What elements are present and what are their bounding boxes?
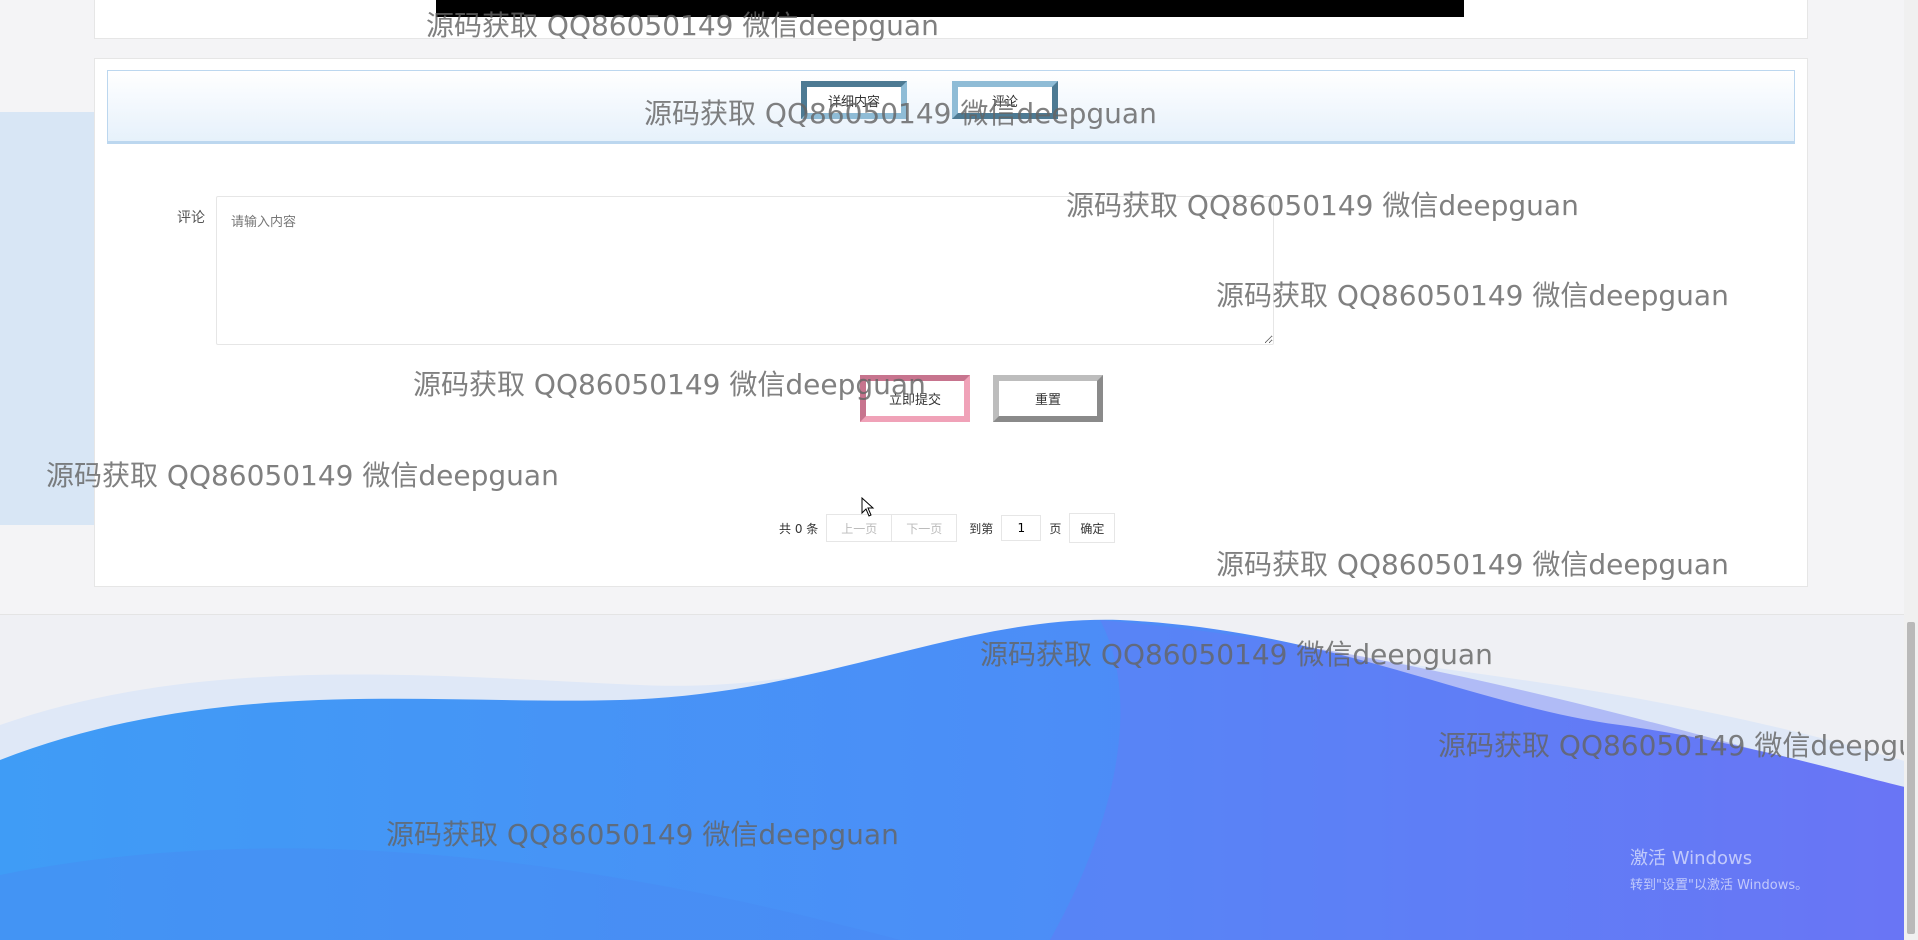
reset-button[interactable]: 重置	[993, 375, 1103, 422]
tab-comment[interactable]: 评论	[952, 81, 1058, 119]
submit-button[interactable]: 立即提交	[860, 375, 970, 422]
comment-label: 评论	[177, 210, 205, 226]
page-unit-label: 页	[1049, 521, 1062, 536]
redaction-bar	[436, 0, 1464, 17]
next-page-button[interactable]: 下一页	[892, 514, 958, 542]
tab-bar: 详细内容 评论	[107, 70, 1795, 144]
side-decoration	[0, 112, 94, 525]
comment-input[interactable]	[216, 196, 1274, 345]
pagination: 共 0 条 上一页 下一页 到第 页 确定	[779, 513, 1116, 543]
scrollbar-thumb[interactable]	[1907, 622, 1915, 934]
activate-windows-notice: 激活 Windows 转到"设置"以激活 Windows。	[1630, 844, 1808, 893]
activate-subtitle: 转到"设置"以激活 Windows。	[1630, 878, 1809, 893]
page-number-input[interactable]	[1001, 515, 1042, 541]
goto-label: 到第	[969, 521, 994, 536]
tab-detail[interactable]: 详细内容	[801, 81, 907, 119]
goto-confirm-button[interactable]: 确定	[1069, 513, 1116, 543]
activate-title: 激活 Windows	[1630, 848, 1753, 869]
content-card: 详细内容 评论 评论 立即提交 重置 共 0 条 上一页 下一页 到第 页 确定	[94, 58, 1808, 587]
pagination-total: 共 0 条	[779, 521, 819, 536]
mouse-cursor-icon	[861, 497, 875, 517]
page-scrollbar[interactable]	[1904, 0, 1918, 940]
prev-page-button[interactable]: 上一页	[826, 514, 893, 542]
